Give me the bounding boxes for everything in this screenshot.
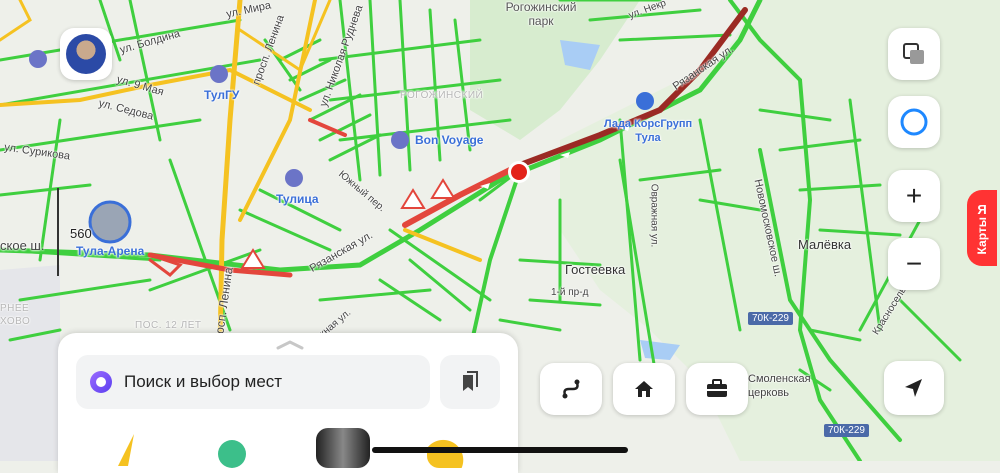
navigator-icon: [118, 434, 134, 466]
place-label: Гостеевка: [565, 262, 626, 277]
scale-value: 560: [70, 226, 92, 241]
street-label: Овражная ул.: [648, 183, 660, 248]
search-placeholder: Поиск и выбор мест: [124, 372, 283, 391]
zoom-in-button[interactable]: +: [888, 170, 940, 222]
poi-label[interactable]: ТулГУ: [204, 88, 239, 102]
shortcut-tile[interactable]: [205, 428, 259, 468]
work-button[interactable]: [686, 363, 748, 415]
poi-label[interactable]: Лада КорсГрупп Тула: [598, 117, 698, 145]
yandex-maps-tab[interactable]: Я Карты: [967, 190, 997, 266]
place-label: Малёвка: [798, 237, 852, 252]
district-label: РОГОЖИНСКИЙ: [400, 90, 484, 101]
church-label: Смоленская церковь: [748, 373, 811, 399]
district-label: ХОВО: [0, 316, 31, 327]
alice-button[interactable]: [888, 96, 940, 148]
bookmarks-button[interactable]: [440, 355, 500, 409]
navigation-arrow-icon: [905, 379, 922, 397]
district-label: ПОС. 12 ЛЕТ: [135, 320, 202, 331]
home-icon: [635, 381, 653, 397]
bookmarks-icon: [463, 371, 478, 391]
street-label: 1-й пр-д: [551, 287, 589, 298]
minus-icon: −: [905, 248, 923, 279]
search-bar[interactable]: Поиск и выбор мест: [76, 355, 430, 409]
poi-label[interactable]: Тула-Арена: [76, 244, 144, 258]
plus-icon: +: [905, 180, 923, 211]
poi-label[interactable]: Тулица: [276, 192, 319, 206]
zoom-out-button[interactable]: −: [888, 238, 940, 290]
layers-icon: [903, 43, 924, 64]
transport-icon: [218, 440, 246, 468]
park-label: Рогожинский парк: [505, 0, 577, 28]
road-shield: 70К-229: [824, 424, 869, 437]
poi-label[interactable]: Bon Voyage: [415, 133, 483, 147]
yandex-logo-icon: Я: [977, 201, 987, 217]
home-button[interactable]: [613, 363, 675, 415]
briefcase-icon: [707, 379, 727, 397]
road-shield: 70К-229: [748, 312, 793, 325]
shortcut-tile[interactable]: [98, 428, 152, 468]
avatar[interactable]: [60, 28, 112, 80]
route-icon: [562, 379, 580, 399]
alice-icon: [900, 108, 928, 136]
route-button[interactable]: [540, 363, 602, 415]
layers-button[interactable]: [888, 28, 940, 80]
locate-button[interactable]: [884, 361, 944, 415]
home-indicator: [372, 447, 628, 453]
alice-icon: [90, 371, 112, 393]
district-label: РНЕЕ: [0, 303, 30, 314]
yandex-maps-label: Карты: [975, 216, 989, 255]
chevron-up-icon[interactable]: [276, 340, 304, 350]
street-label: ское ш.: [0, 238, 45, 253]
shortcut-tile[interactable]: [316, 428, 370, 468]
